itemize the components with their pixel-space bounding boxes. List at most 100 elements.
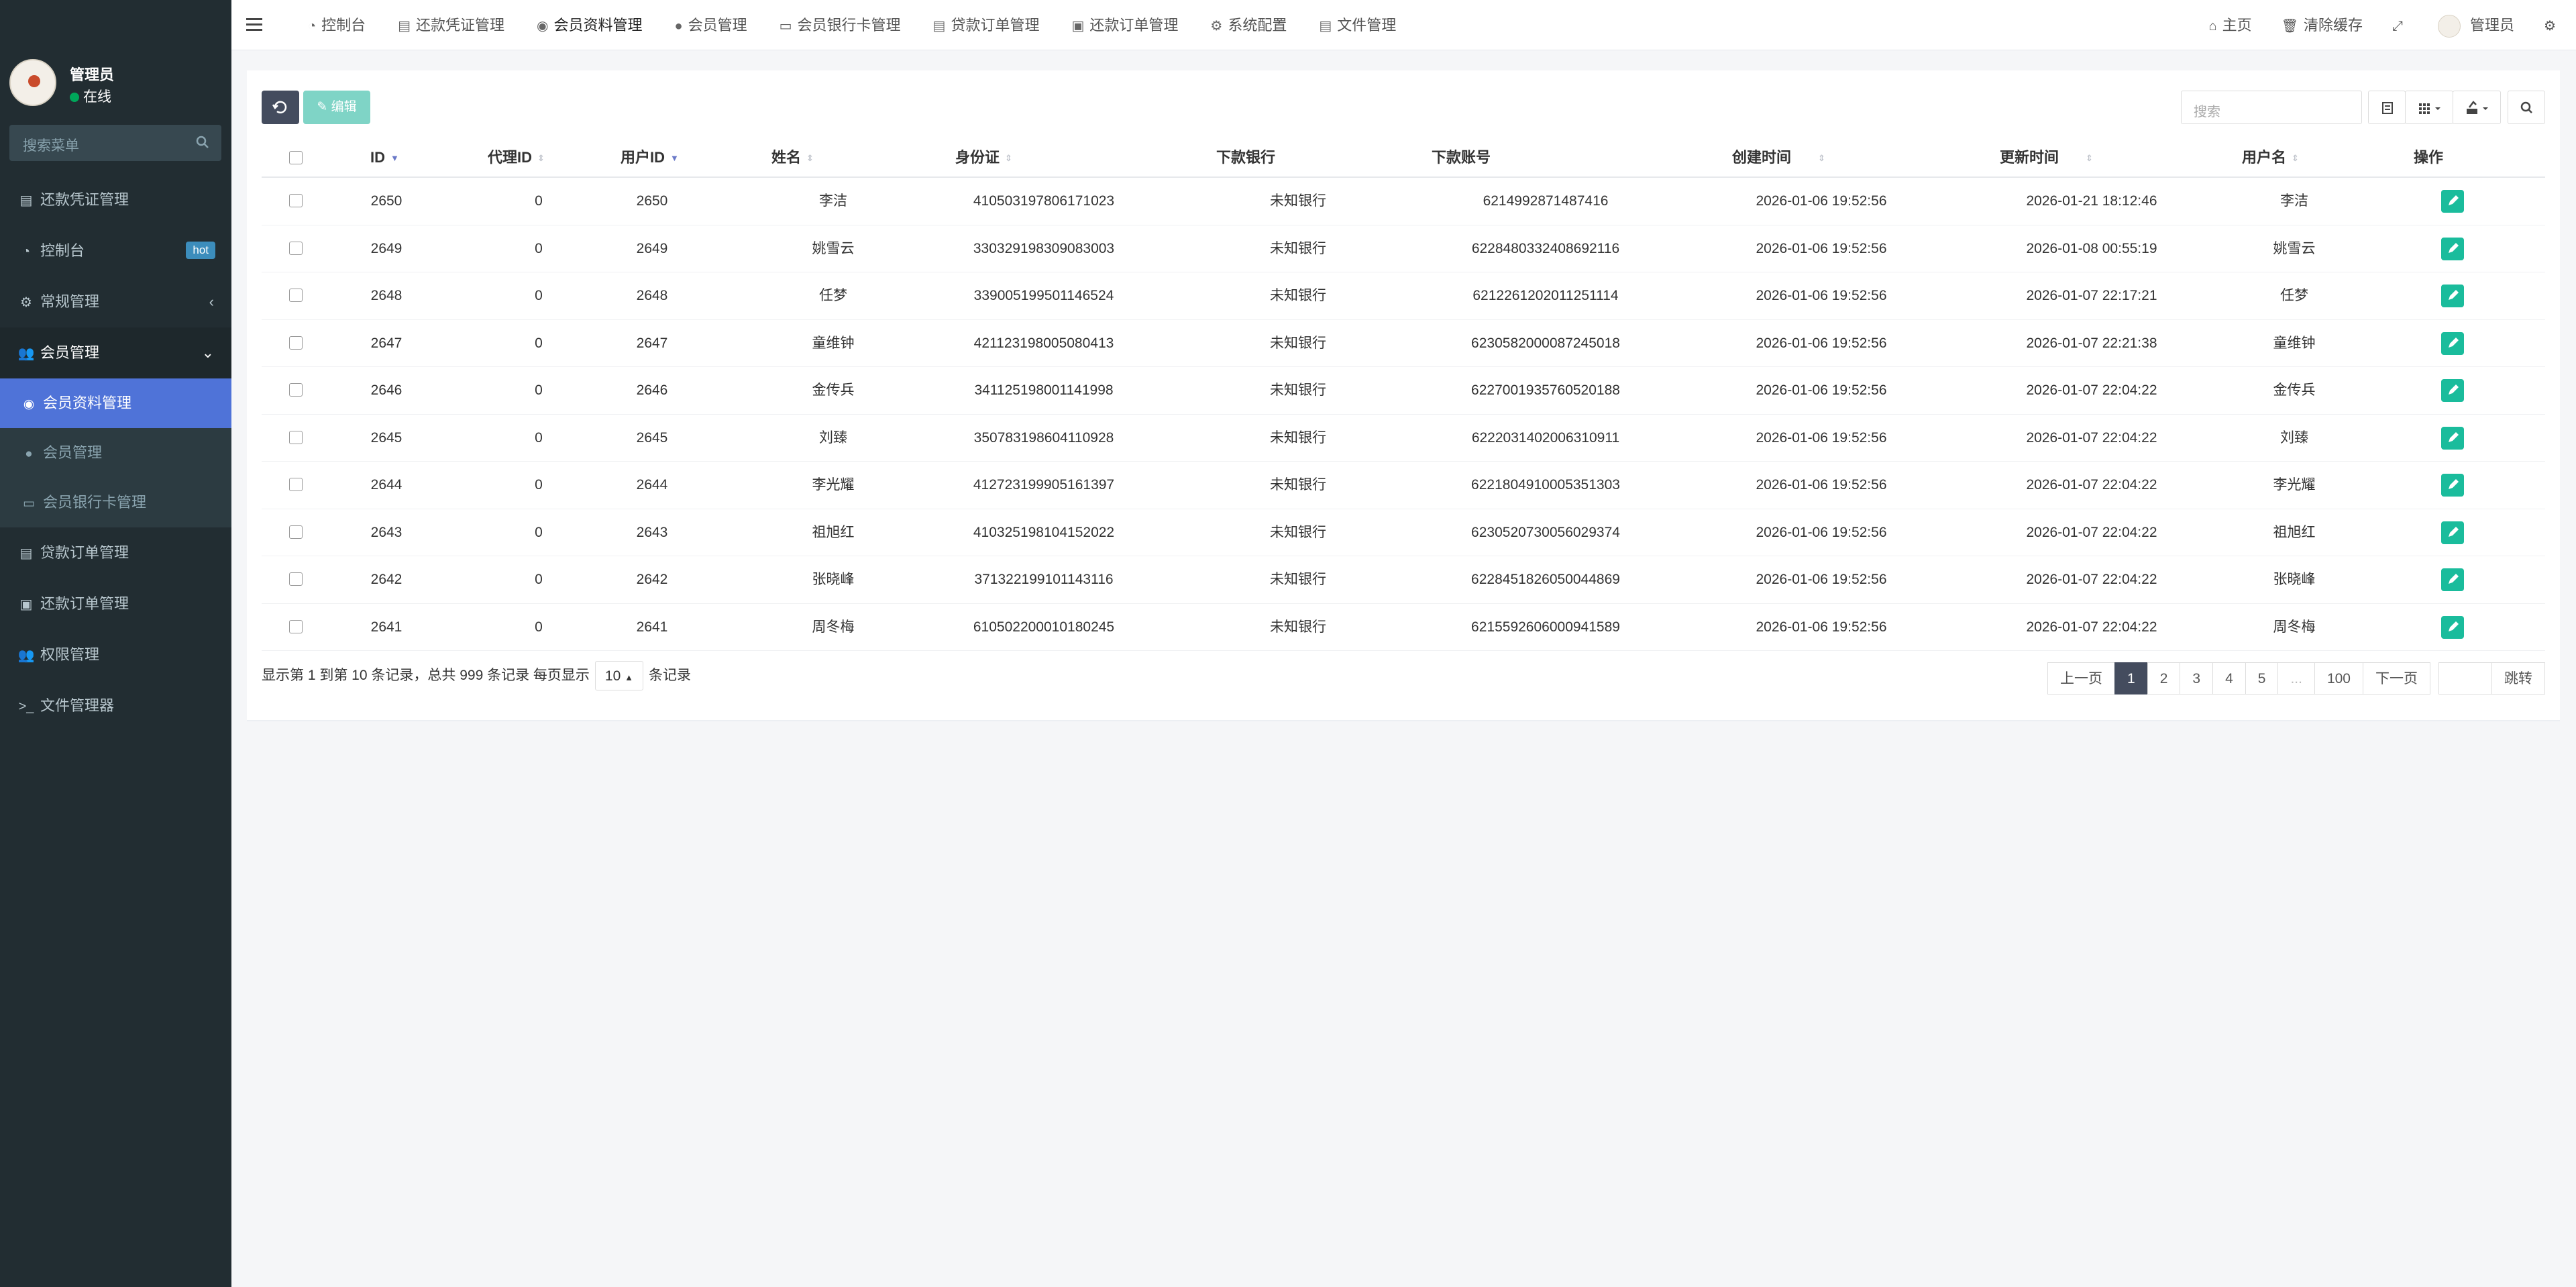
page-4-button[interactable]: 4 xyxy=(2212,662,2246,694)
file-icon: ▤ xyxy=(932,19,946,34)
sidebar-item-members[interactable]: 👥 会员管理 ⌄ xyxy=(0,327,231,378)
page-2-button[interactable]: 2 xyxy=(2147,662,2181,694)
edit-row-button[interactable] xyxy=(2441,237,2464,260)
tab-repayment-voucher[interactable]: ▤ 还款凭证管理 xyxy=(382,0,521,50)
prev-page-button[interactable]: 上一页 xyxy=(2047,662,2115,694)
edit-row-button[interactable] xyxy=(2441,568,2464,591)
pagination-info-suffix: 条记录 xyxy=(649,668,691,683)
column-header-name[interactable]: 姓名 ⇕ xyxy=(771,138,817,178)
sidebar-item-member-manage[interactable]: ● 会员管理 xyxy=(0,428,231,478)
column-header-user-id[interactable]: 用户ID ▼ xyxy=(621,138,681,178)
sidebar-item-repayment-voucher[interactable]: ▤ 还款凭证管理 xyxy=(0,174,231,225)
columns-icon xyxy=(2419,103,2440,114)
cell-created: 2026-01-06 19:52:56 xyxy=(1756,335,1887,351)
table-row[interactable]: 2646 0 2646 金传兵 341125198001141998 未知银行 622700… xyxy=(262,367,2545,415)
members-table: ID ▼ 代理ID ⇕ 用户ID ▼ 姓名 ⇕ 身份证 ⇕ 下款银行 下款账号 创建时间 ⇕… xyxy=(262,138,2545,651)
sidebar-item-file-manager[interactable]: >_ 文件管理器 xyxy=(0,680,231,731)
page-3-button[interactable]: 3 xyxy=(2180,662,2214,694)
column-header-id-card[interactable]: 身份证 ⇕ xyxy=(955,138,1016,178)
cell-account: 6228451826050044869 xyxy=(1471,572,1620,587)
table-row[interactable]: 2645 0 2645 刘臻 350783198604110928 未知银行 6222031… xyxy=(262,415,2545,462)
jump-page-input[interactable] xyxy=(2438,662,2492,694)
tab-repayment-orders[interactable]: ▣ 还款订单管理 xyxy=(1055,0,1194,50)
jump-button[interactable]: 跳转 xyxy=(2491,662,2545,694)
table-row[interactable]: 2647 0 2647 童维钟 421123198005080413 未知银行 623058… xyxy=(262,320,2545,367)
cell-username: 周冬梅 xyxy=(2273,619,2316,635)
edit-button[interactable]: ✎ 编辑 xyxy=(303,91,370,124)
sidebar-item-member-profile[interactable]: ◉ 会员资料管理 xyxy=(0,378,231,428)
sidebar-item-member-bankcard[interactable]: ▭ 会员银行卡管理 xyxy=(0,478,231,527)
column-header-id[interactable]: ID ▼ xyxy=(370,138,401,178)
column-header-agent-id[interactable]: 代理ID ⇕ xyxy=(488,138,548,178)
sidebar-item-general[interactable]: ⚙ 常规管理 ‹ xyxy=(0,276,231,327)
refresh-button[interactable] xyxy=(262,91,299,124)
column-header-username[interactable]: 用户名 ⇕ xyxy=(2242,138,2302,178)
cell-created: 2026-01-06 19:52:56 xyxy=(1756,193,1887,209)
clear-cache-label: 清除缓存 xyxy=(2304,17,2363,34)
cell-username: 任梦 xyxy=(2280,288,2308,303)
file-icon: ▤ xyxy=(1319,19,1332,34)
settings-button[interactable]: ⚙ xyxy=(2529,0,2576,50)
select-all-checkbox[interactable] xyxy=(289,151,303,164)
tab-dashboard[interactable]: ◔ 控制台 xyxy=(292,0,382,50)
page-5-button[interactable]: 5 xyxy=(2245,662,2279,694)
content-panel: ✎ 编辑 搜索 ID ▼ 代理ID ⇕ 用户ID ▼ 姓名 ⇕ 身份证 ⇕ 下款银行 下款… xyxy=(247,70,2560,721)
fullscreen-button[interactable]: ⤢ xyxy=(2377,0,2423,50)
tab-label: 文件管理 xyxy=(1337,17,1397,34)
menu-toggle-icon[interactable] xyxy=(246,15,262,35)
page-1-button[interactable]: 1 xyxy=(2114,662,2148,694)
tab-system-config[interactable]: ⚙ 系统配置 xyxy=(1194,0,1303,50)
toggle-view-button[interactable] xyxy=(2368,91,2406,124)
export-dropdown-button[interactable] xyxy=(2453,91,2501,124)
dashboard-icon: ◔ xyxy=(21,244,31,259)
home-link[interactable]: ⌂ 主页 xyxy=(2194,0,2267,50)
sidebar-item-dashboard[interactable]: ◔ 控制台 hot xyxy=(0,225,231,276)
table-row[interactable]: 2644 0 2644 李光耀 412723199905161397 未知银行 622180… xyxy=(262,462,2545,509)
edit-row-button[interactable] xyxy=(2441,190,2464,213)
tab-member-manage[interactable]: ● 会员管理 xyxy=(659,0,763,50)
page-size-select[interactable]: 10 ▲ xyxy=(594,661,643,691)
clear-cache-button[interactable]: 🗑 清除缓存 xyxy=(2267,0,2377,50)
columns-dropdown-button[interactable] xyxy=(2405,91,2453,124)
next-page-button[interactable]: 下一页 xyxy=(2363,662,2430,694)
table-row[interactable]: 2642 0 2642 张晓峰 371322199101143116 未知银行 622845… xyxy=(262,556,2545,604)
table-row[interactable]: 2641 0 2641 周冬梅 610502200010180245 未知银行 621559… xyxy=(262,604,2545,651)
table-search-input[interactable]: 搜索 xyxy=(2181,91,2362,124)
nav-right: ⌂ 主页 🗑 清除缓存 ⤢ 管理员 ⚙ xyxy=(2194,0,2576,50)
edit-row-button[interactable] xyxy=(2441,379,2464,402)
column-header-created[interactable]: 创建时间 ⇕ xyxy=(1732,138,1829,178)
sidebar-search-input[interactable]: 搜索菜单 xyxy=(23,135,79,155)
sidebar-item-permissions[interactable]: 👥 权限管理 xyxy=(0,629,231,680)
sidebar-item-loan-orders[interactable]: ▤ 贷款订单管理 xyxy=(0,527,231,578)
tab-loan-orders[interactable]: ▤ 贷款订单管理 xyxy=(917,0,1056,50)
table-row[interactable]: 2648 0 2648 任梦 339005199501146524 未知银行 6212261… xyxy=(262,272,2545,320)
tab-member-bankcard[interactable]: ▭ 会员银行卡管理 xyxy=(763,0,917,50)
advanced-search-button[interactable] xyxy=(2508,91,2545,124)
edit-row-button[interactable] xyxy=(2441,331,2464,355)
sort-icon: ⇕ xyxy=(1818,153,1825,164)
user-circle-icon: ◉ xyxy=(23,397,35,411)
sidebar-item-label: 文件管理器 xyxy=(40,697,115,714)
tab-member-profile[interactable]: ◉ 会员资料管理 xyxy=(521,0,658,50)
sidebar: 管理员 在线 搜索菜单 ▤ 还款凭证管理 ◔ 控制台 hot ⚙ 常规管理 ‹ 👥 会员管理… xyxy=(0,0,231,1287)
edit-row-button[interactable] xyxy=(2441,285,2464,307)
edit-row-button[interactable] xyxy=(2441,474,2464,497)
table-row[interactable]: 2650 0 2650 李洁 410503197806171023 未知银行 6214992… xyxy=(262,178,2545,225)
edit-row-button[interactable] xyxy=(2441,426,2464,450)
table-row[interactable]: 2643 0 2643 祖旭红 410325198104152022 未知银行 623052… xyxy=(262,509,2545,556)
search-icon[interactable] xyxy=(195,134,211,150)
sidebar-menu: ▤ 还款凭证管理 ◔ 控制台 hot ⚙ 常规管理 ‹ 👥 会员管理 ⌄ ◉ 会员资料管理 ● 会… xyxy=(0,174,231,731)
pencil-icon xyxy=(2449,242,2459,253)
table-row[interactable]: 2649 0 2649 姚雪云 330329198309083003 未知银行 622848… xyxy=(262,225,2545,272)
admin-menu[interactable]: 管理员 xyxy=(2423,0,2529,50)
list-icon xyxy=(2382,102,2393,114)
edit-row-button[interactable] xyxy=(2441,521,2464,544)
sidebar-search[interactable]: 搜索菜单 xyxy=(9,125,221,161)
edit-row-button[interactable] xyxy=(2441,615,2464,639)
tab-file-manage[interactable]: ▤ 文件管理 xyxy=(1303,0,1412,50)
column-header-updated[interactable]: 更新时间 ⇕ xyxy=(2000,138,2096,178)
sidebar-item-repayment-orders[interactable]: ▣ 还款订单管理 xyxy=(0,578,231,629)
page-100-button[interactable]: 100 xyxy=(2314,662,2363,694)
credit-card-icon: ▭ xyxy=(23,497,35,511)
cell-id-card: 412723199905161397 xyxy=(973,477,1115,493)
